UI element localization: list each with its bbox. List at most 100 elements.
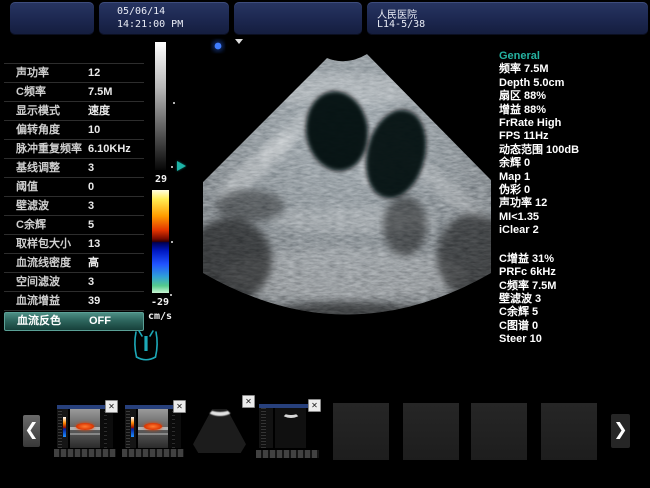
param-row-wall-filter[interactable]: 壁滤波 3 xyxy=(4,197,144,216)
thumb-cine-strip xyxy=(54,449,116,457)
thumb-tissue-line xyxy=(70,433,100,435)
info-line-c-gain: C增益 31% xyxy=(499,253,649,266)
velocity-min-label: -29 xyxy=(146,297,174,308)
thumb-image xyxy=(138,409,168,448)
ultrasound-app-screen: 05/06/14 14:21:00 PM 人民医院 L14-5/38 声功率 1… xyxy=(0,0,650,488)
topbar-datetime-segment: 05/06/14 14:21:00 PM xyxy=(99,2,229,35)
topbar-patient-segment xyxy=(234,2,362,35)
thumb-image xyxy=(275,408,306,448)
thumb-left-panel xyxy=(125,409,136,448)
param-row-c-frequency[interactable]: C频率 7.5M xyxy=(4,83,144,102)
close-icon[interactable]: ✕ xyxy=(105,400,118,413)
thumbnails-prev-button[interactable]: ❮ xyxy=(23,415,40,447)
probe-position-mark xyxy=(144,336,147,351)
param-value: 13 xyxy=(88,235,100,253)
param-row-steer-angle[interactable]: 偏转角度 10 xyxy=(4,121,144,140)
grayscale-bar xyxy=(155,42,166,170)
topbar-hospital-segment: 人民医院 L14-5/38 xyxy=(367,2,648,35)
info-line-steer: Steer 10 xyxy=(499,333,649,346)
close-icon[interactable]: ✕ xyxy=(173,400,186,413)
param-value: 5 xyxy=(88,216,94,234)
thumb-right-panel xyxy=(168,409,181,448)
param-label: 脉冲重复频率 xyxy=(16,143,82,155)
param-value: 速度 xyxy=(88,102,110,120)
thumbnail-dark-4[interactable]: ✕ xyxy=(259,404,316,448)
param-label: 声功率 xyxy=(16,67,49,79)
topbar-logo-segment xyxy=(10,2,94,35)
acoustic-shadow xyxy=(383,196,427,256)
thumb-cine-strip xyxy=(256,450,319,458)
info-line-wall-filter: 壁滤波 3 xyxy=(499,293,649,306)
param-label: 血流反色 xyxy=(17,315,61,327)
top-caret-marker xyxy=(235,39,243,44)
close-icon[interactable]: ✕ xyxy=(242,395,255,408)
thumbnail-doppler-1[interactable]: ✕ xyxy=(57,405,113,448)
steer-arrow-icon xyxy=(177,161,186,171)
info-line-persistence: 余辉 0 xyxy=(499,157,649,170)
info-line-fps: FPS 11Hz xyxy=(499,130,649,143)
param-row-flow-invert-selected[interactable]: 血流反色 OFF xyxy=(4,312,144,331)
param-row-spatial-filter[interactable]: 空间滤波 3 xyxy=(4,273,144,292)
param-row-prf[interactable]: 脉冲重复频率 6.10KHz xyxy=(4,140,144,159)
param-label: 壁滤波 xyxy=(16,200,49,212)
image-info-panel: General 频率 7.5M Depth 5.0cm 扇区 88% 增益 88… xyxy=(499,50,649,347)
empty-thumbnail-slot xyxy=(471,403,527,460)
param-value: 10 xyxy=(88,121,100,139)
ultrasound-image[interactable] xyxy=(195,38,497,338)
param-label: 血流线密度 xyxy=(16,257,71,269)
probe-model: L14-5/38 xyxy=(377,19,425,30)
marker-dot xyxy=(170,294,172,296)
param-row-flow-gain[interactable]: 血流增益 39 xyxy=(4,292,144,311)
param-row-line-density[interactable]: 血流线密度 高 xyxy=(4,254,144,273)
thumb-left-panel xyxy=(57,409,68,448)
param-label: 偏转角度 xyxy=(16,124,60,136)
info-line-c-map: C图谱 0 xyxy=(499,320,649,333)
thumb-probe-arc xyxy=(282,409,300,418)
info-line-c-persist: C余辉 5 xyxy=(499,306,649,319)
info-line-sector: 扇区 88% xyxy=(499,90,649,103)
param-value: 39 xyxy=(88,292,100,310)
info-line-depth: Depth 5.0cm xyxy=(499,77,649,90)
param-value: 3 xyxy=(88,159,94,177)
param-value: 高 xyxy=(88,254,99,272)
marker-dot xyxy=(171,166,173,168)
close-icon[interactable]: ✕ xyxy=(308,399,321,412)
empty-thumbnail-slot xyxy=(403,403,459,460)
info-line-iclear: iClear 2 xyxy=(499,224,649,237)
body-mark-icon xyxy=(131,326,161,366)
param-label: 基线调整 xyxy=(16,162,60,174)
thumb-doppler-flow xyxy=(76,423,94,430)
thumb-tissue-line xyxy=(138,433,168,435)
thumb-left-panel xyxy=(259,408,273,448)
info-line-map: Map 1 xyxy=(499,171,649,184)
param-value: 6.10KHz xyxy=(88,140,131,158)
info-line-mi: MI<1.35 xyxy=(499,211,649,224)
param-row-c-persistence[interactable]: C余辉 5 xyxy=(4,216,144,235)
thumbnails-next-button[interactable]: ❯ xyxy=(611,414,630,448)
color-mode-info: C增益 31% PRFc 6kHz C频率 7.5M 壁滤波 3 C余辉 5 C… xyxy=(499,253,649,347)
time-text: 14:21:00 PM xyxy=(117,19,183,30)
thumbnail-convex-3[interactable]: ✕ xyxy=(189,400,250,456)
blue-marker-dot xyxy=(215,43,222,50)
param-row-display-mode[interactable]: 显示模式 速度 xyxy=(4,102,144,121)
empty-thumbnail-slot xyxy=(333,403,389,460)
thumbnail-doppler-2[interactable]: ✕ xyxy=(125,405,181,448)
param-row-baseline[interactable]: 基线调整 3 xyxy=(4,159,144,178)
focus-marker-dot xyxy=(173,102,175,104)
param-row-threshold[interactable]: 阈值 0 xyxy=(4,178,144,197)
param-row-packet-size[interactable]: 取样包大小 13 xyxy=(4,235,144,254)
thumb-image xyxy=(70,409,100,448)
info-line-prfc: PRFc 6kHz xyxy=(499,266,649,279)
param-row-acoustic-power[interactable]: 声功率 12 xyxy=(4,63,144,83)
marker-dot xyxy=(171,241,173,243)
param-label: 显示模式 xyxy=(16,105,60,117)
info-line-frequency: 频率 7.5M xyxy=(499,63,649,76)
param-label: 阈值 xyxy=(16,181,38,193)
param-value: 3 xyxy=(88,197,94,215)
param-label: C频率 xyxy=(16,86,46,98)
date-text: 05/06/14 xyxy=(117,6,165,17)
info-line-power: 声功率 12 xyxy=(499,197,649,210)
param-value: 12 xyxy=(88,64,100,82)
param-value: OFF xyxy=(89,313,111,330)
param-value: 0 xyxy=(88,178,94,196)
